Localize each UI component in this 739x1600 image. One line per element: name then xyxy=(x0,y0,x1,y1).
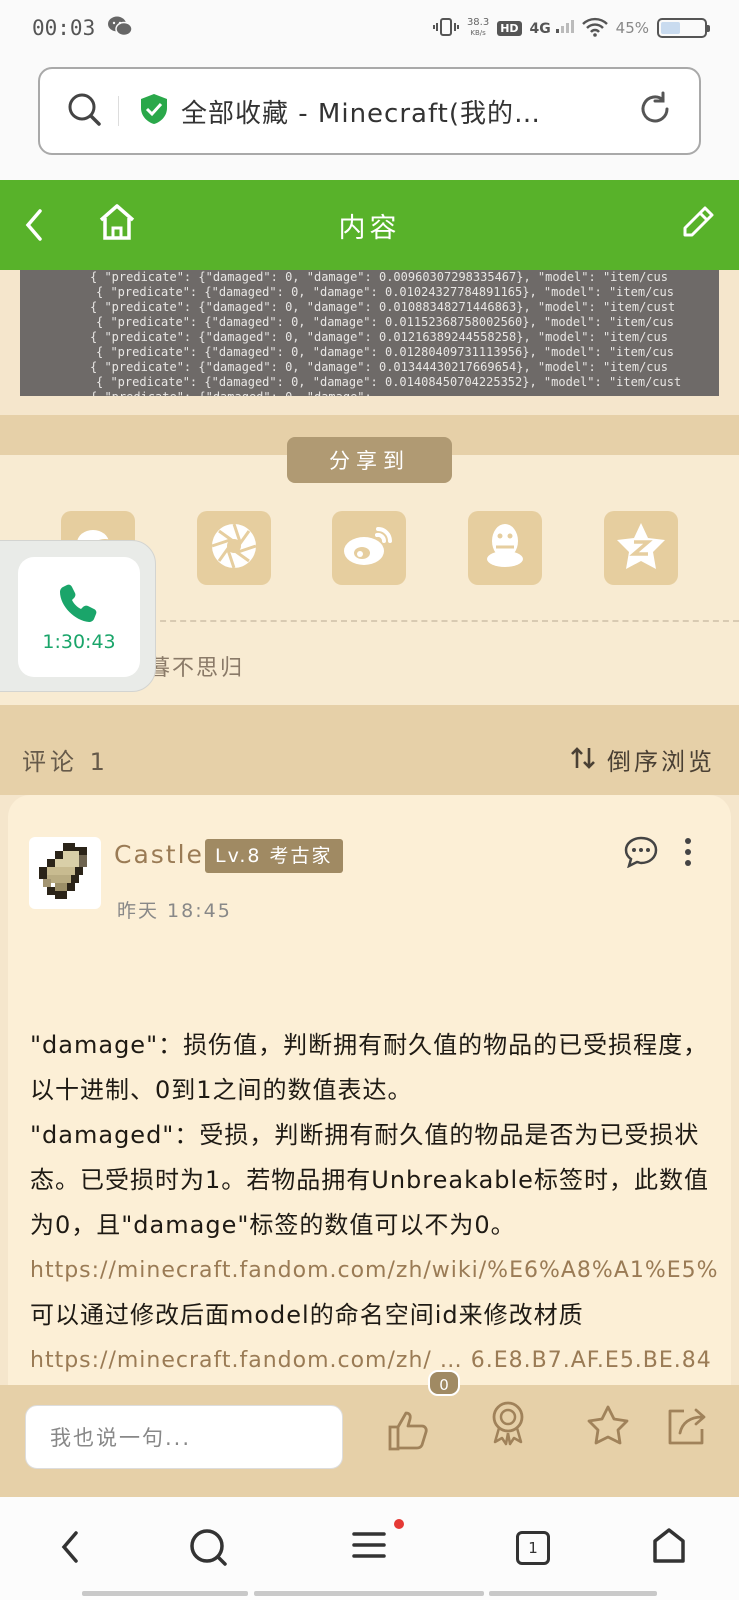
share-qzone-button[interactable] xyxy=(604,511,678,585)
sort-arrows-icon xyxy=(570,747,607,776)
code-line: { "predicate": {"damaged": 0, "damage": … xyxy=(96,285,674,299)
wechat-notification-icon xyxy=(107,14,133,42)
address-separator xyxy=(118,96,119,126)
comment-link[interactable]: https://minecraft.fandom.com/zh/ … 6.E8.… xyxy=(30,1338,720,1383)
reply-bubble-icon[interactable] xyxy=(624,836,658,872)
browser-menu-icon[interactable] xyxy=(352,1527,386,1567)
like-button[interactable] xyxy=(388,1409,432,1455)
like-count-badge: 0 xyxy=(428,1370,460,1396)
code-line: { "predicate": {"damaged": 0, "damage": xyxy=(30,390,709,396)
secure-shield-icon xyxy=(139,93,169,129)
gesture-bar-segment xyxy=(489,1591,657,1596)
qq-penguin-icon xyxy=(483,521,527,575)
dashed-divider xyxy=(150,620,739,622)
wifi-icon xyxy=(581,17,608,40)
share-weibo-button[interactable] xyxy=(332,511,406,585)
moments-aperture-icon xyxy=(209,521,259,575)
search-icon[interactable] xyxy=(66,91,102,131)
author-note: 暮不思归 xyxy=(148,656,245,681)
call-card[interactable]: 1:30:43 xyxy=(18,557,140,677)
status-bar: 00:03 38.3 KB/s HD 4G 45% xyxy=(0,0,739,56)
code-line: { "predicate": {"damaged": 0, "damage": … xyxy=(96,345,674,359)
gesture-bar-segment xyxy=(254,1591,484,1596)
browser-search-icon[interactable] xyxy=(188,1527,228,1571)
comment-username[interactable]: Castle xyxy=(114,840,204,869)
comment-paragraph: "damaged"：受损，判断拥有耐久值的物品是否为已受损状态。已受损时为1。若… xyxy=(30,1121,709,1239)
tabs-button[interactable]: 1 xyxy=(516,1531,550,1565)
back-icon[interactable] xyxy=(22,207,46,247)
comment-body: "damage"：损伤值，判断拥有耐久值的物品的已受损程度，以十进制、0到1之间… xyxy=(30,1023,720,1383)
code-line: { "predicate": {"damaged": 0, "damage": … xyxy=(90,330,668,344)
comments-title: 评论 1 xyxy=(22,748,109,776)
comment-link[interactable]: https://minecraft.fandom.com/zh/wiki/%E6… xyxy=(30,1248,720,1293)
comment-input[interactable]: 我也说一句... xyxy=(25,1405,343,1469)
browser-home-icon[interactable] xyxy=(651,1527,687,1569)
sort-label: 倒序浏览 xyxy=(607,748,715,776)
network-label: 4G xyxy=(529,21,551,37)
comment-paragraph: 可以通过修改后面model的命名空间id来修改材质 xyxy=(30,1301,584,1329)
hd-badge: HD xyxy=(497,20,522,36)
gesture-bar-segment xyxy=(82,1591,248,1596)
net-speed: 38.3 KB/s xyxy=(467,18,489,38)
favorite-star-icon[interactable] xyxy=(587,1405,629,1449)
address-bar[interactable]: 全部收藏 - Minecraft(我的… xyxy=(38,67,701,155)
weibo-icon xyxy=(342,523,396,573)
more-options-icon[interactable] xyxy=(682,836,694,872)
share-icon[interactable] xyxy=(666,1405,708,1449)
app-header: 内容 xyxy=(0,180,739,270)
reload-icon[interactable] xyxy=(637,91,673,131)
call-duration: 1:30:43 xyxy=(42,631,116,653)
level-badge: Lv.8 考古家 xyxy=(205,839,343,873)
url-text[interactable]: 全部收藏 - Minecraft(我的… xyxy=(181,93,581,130)
browser-address-area: 全部收藏 - Minecraft(我的… xyxy=(0,56,739,180)
comment-paragraph: "damage"：损伤值，判断拥有耐久值的物品的已受损程度，以十进制、0到1之间… xyxy=(30,1031,709,1104)
menu-notification-dot xyxy=(394,1519,404,1529)
share-moments-button[interactable] xyxy=(197,511,271,585)
qzone-star-icon xyxy=(615,521,667,575)
battery-fill xyxy=(661,22,680,34)
net-speed-unit: KB/s xyxy=(470,29,486,37)
avatar[interactable] xyxy=(29,837,101,909)
status-time: 00:03 xyxy=(32,16,96,40)
vibrate-icon xyxy=(432,17,459,40)
net-speed-value: 38.3 xyxy=(466,17,490,28)
paper-scroll-icon xyxy=(39,843,87,899)
home-icon[interactable] xyxy=(98,202,136,246)
code-line: { "predicate": {"damaged": 0, "damage": … xyxy=(90,360,668,374)
edit-icon[interactable] xyxy=(679,204,715,248)
code-line: { "predicate": {"damaged": 0, "damage": … xyxy=(90,270,668,284)
phone-icon xyxy=(58,581,100,627)
status-indicators: 38.3 KB/s HD 4G 45% xyxy=(432,17,710,40)
code-line: { "predicate": {"damaged": 0, "damage": … xyxy=(96,375,682,389)
comment-timestamp: 昨天 18:45 xyxy=(117,900,232,922)
code-screenshot-image[interactable]: { "predicate": {"damaged": 0, "damage": … xyxy=(20,270,719,396)
network-type: 4G xyxy=(530,19,574,37)
floating-call-window[interactable]: 1:30:43 xyxy=(0,540,156,692)
browser-back-icon[interactable] xyxy=(58,1527,82,1571)
share-title: 分享到 xyxy=(287,437,452,483)
battery-icon xyxy=(657,18,710,38)
award-icon[interactable] xyxy=(490,1400,526,1450)
battery-percent: 45% xyxy=(615,19,649,37)
reverse-sort-button[interactable]: 倒序浏览 xyxy=(570,742,715,777)
page-title: 内容 xyxy=(338,212,401,244)
code-line: { "predicate": {"damaged": 0, "damage": … xyxy=(90,300,676,314)
share-qq-button[interactable] xyxy=(468,511,542,585)
code-line: { "predicate": {"damaged": 0, "damage": … xyxy=(96,315,674,329)
